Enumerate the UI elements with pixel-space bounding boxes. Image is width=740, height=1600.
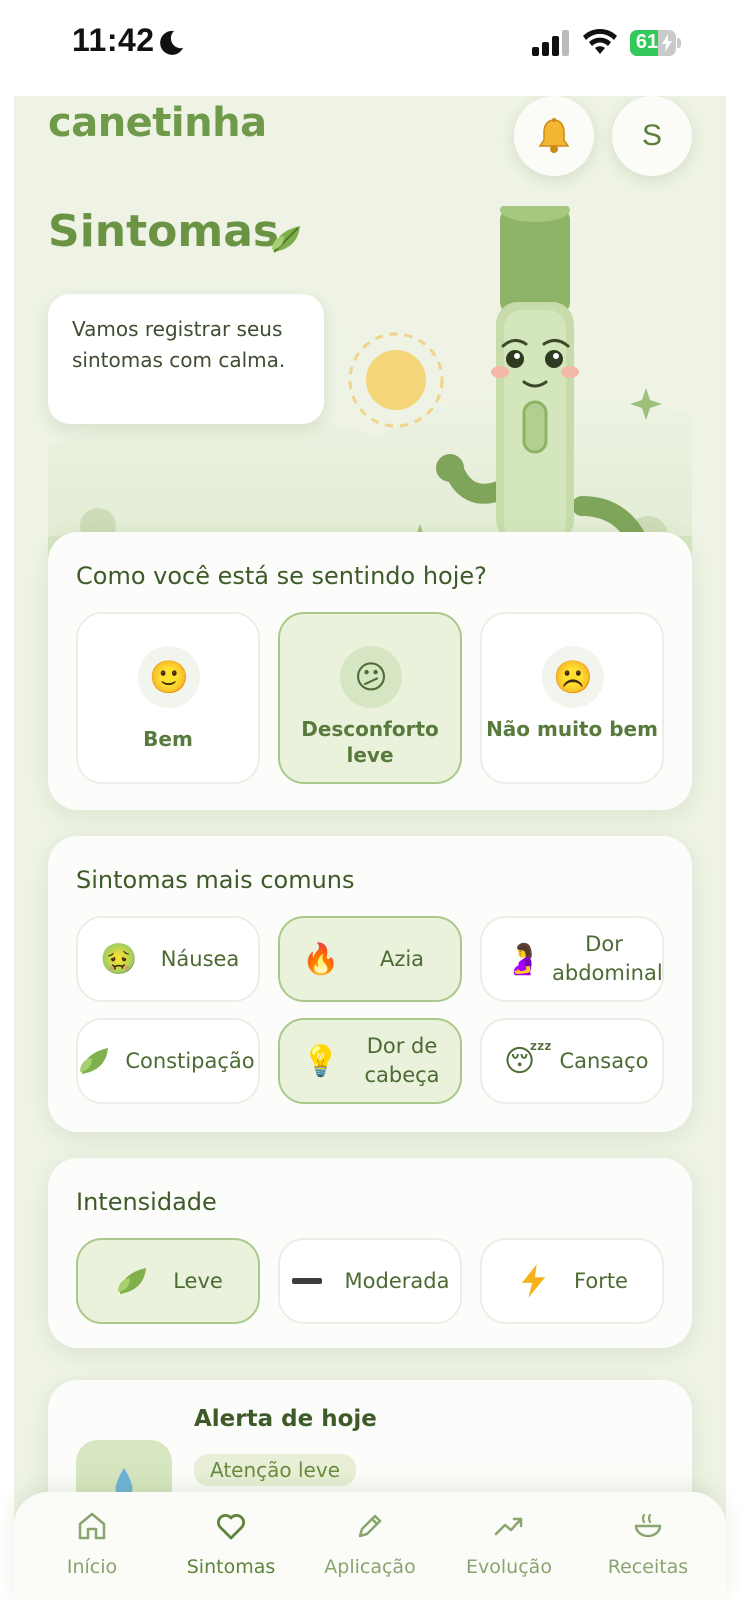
mood-label: Bem: [143, 727, 193, 751]
person-stomach-icon: 🤰: [504, 942, 542, 977]
lightbulb-icon: 💡: [302, 1044, 340, 1079]
symptom-chip-dor-de-cabeca[interactable]: 💡 Dor de cabeça: [278, 1018, 462, 1104]
alert-badge: Atenção leve: [194, 1454, 356, 1486]
nav-label: Sintomas: [186, 1556, 276, 1578]
status-time: 11:42: [72, 22, 155, 58]
symptom-chip-cansaco[interactable]: 😴 Cansaço: [480, 1018, 664, 1104]
mood-label: Não muito bem: [486, 717, 658, 741]
bottom-nav: Início Sintomas Aplicação Evolução Recei…: [14, 1492, 726, 1600]
page-title: Sintomas: [48, 206, 280, 257]
nauseated-face-icon: 🤢: [100, 942, 138, 977]
mood-card-title: Como você está se sentindo hoje?: [76, 562, 487, 590]
status-bar: 11:42 61: [0, 0, 740, 82]
nav-item-sintomas[interactable]: Sintomas: [171, 1510, 291, 1590]
symptom-chip-azia[interactable]: 🔥 Azia: [278, 916, 462, 1002]
symptom-chip-dor-abdominal[interactable]: 🤰 Dor abdominal: [480, 916, 664, 1002]
chip-label: Leve: [173, 1268, 223, 1293]
avatar[interactable]: S: [612, 96, 692, 176]
mood-option-nao-muito-bem[interactable]: ☹️ Não muito bem: [480, 612, 664, 784]
chip-label: Constipação: [125, 1048, 255, 1073]
sleeping-face-icon: 😴: [504, 1044, 553, 1079]
notifications-button[interactable]: [514, 96, 594, 176]
nav-label: Início: [66, 1556, 118, 1578]
chip-label: Cansaço: [559, 1048, 649, 1073]
mood-option-desconforto-leve[interactable]: 😕 Desconforto leve: [278, 612, 462, 784]
moon-icon: [160, 30, 183, 55]
lightning-icon: [521, 1264, 546, 1298]
bell-icon: [538, 118, 570, 153]
chip-label: Náusea: [160, 946, 240, 971]
mood-label: Desconforto leve: [301, 717, 439, 767]
alert-title: Alerta de hoje: [194, 1406, 377, 1432]
symptoms-card-title: Sintomas mais comuns: [76, 866, 355, 894]
intensity-card: Intensidade Leve Moderada Forte: [48, 1158, 692, 1348]
mood-option-bem[interactable]: 🙂 Bem: [76, 612, 260, 784]
speech-bubble: Vamos registrar seus sintomas com calma.: [48, 294, 324, 424]
chip-label: Dor abdominal: [552, 932, 663, 985]
nav-label: Receitas: [607, 1556, 689, 1578]
chip-label: Moderada: [344, 1268, 450, 1293]
dash-icon: [292, 1278, 322, 1284]
confused-face-icon: 😕: [354, 658, 388, 696]
trend-up-icon: [494, 1517, 523, 1536]
battery-percent: 61: [635, 31, 659, 53]
wifi-icon: [583, 28, 617, 54]
intensity-option-leve[interactable]: Leve: [76, 1238, 260, 1324]
nav-item-evolucao[interactable]: Evolução: [449, 1510, 569, 1590]
nav-item-aplicacao[interactable]: Aplicação: [310, 1510, 430, 1590]
bowl-icon: [634, 1513, 662, 1538]
nav-item-receitas[interactable]: Receitas: [588, 1510, 708, 1590]
frowning-face-icon: ☹️: [553, 658, 593, 696]
app-logo: canetinha: [48, 100, 267, 146]
battery-charging-icon: [662, 34, 672, 52]
signal-icon: [532, 30, 569, 56]
chip-label: Dor de cabeça: [364, 1034, 440, 1087]
intensity-option-forte[interactable]: Forte: [480, 1238, 664, 1324]
fire-icon: 🔥: [302, 942, 340, 977]
intensity-option-moderada[interactable]: Moderada: [278, 1238, 462, 1324]
intensity-card-title: Intensidade: [76, 1188, 217, 1216]
mood-card: Como você está se sentindo hoje? 🙂 Bem 😕…: [48, 532, 692, 810]
pencil-icon: [358, 1514, 382, 1538]
chip-label: Azia: [379, 946, 425, 971]
chip-label: Forte: [574, 1268, 628, 1293]
symptoms-card: Sintomas mais comuns 🤢 Náusea 🔥 Azia 🤰 D…: [48, 836, 692, 1132]
leaf-icon: [272, 226, 300, 253]
slightly-smiling-face-icon: 🙂: [149, 658, 189, 696]
nav-label: Evolução: [466, 1556, 552, 1578]
leaf-icon: [118, 1268, 146, 1294]
nav-item-inicio[interactable]: Início: [32, 1510, 152, 1590]
heart-icon: [217, 1514, 245, 1540]
nav-label: Aplicação: [324, 1556, 416, 1578]
symptom-chip-constipacao[interactable]: Constipação: [76, 1018, 260, 1104]
home-icon: [78, 1512, 106, 1540]
app-screen: canetinha S Sintomas Vamos registrar seu…: [14, 96, 726, 1600]
symptom-chip-nausea[interactable]: 🤢 Náusea: [76, 916, 260, 1002]
leaf-icon: [80, 1048, 108, 1074]
battery-indicator: 61: [630, 30, 681, 56]
